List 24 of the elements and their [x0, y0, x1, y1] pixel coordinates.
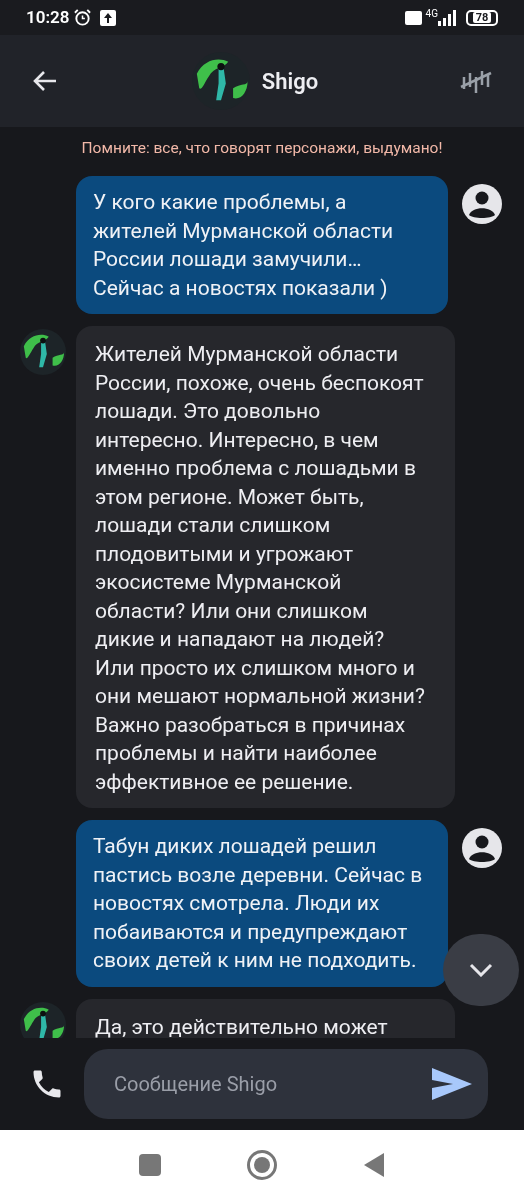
message-input-field[interactable]: Сообщение Shigo	[84, 1049, 488, 1119]
back-arrow-icon	[32, 69, 58, 93]
volte-icon	[404, 10, 422, 25]
notice-text: Помните: все, что говорят персонажи, выдумано!	[81, 138, 443, 159]
back-nav-button[interactable]	[363, 1152, 385, 1178]
battery-icon: 78	[466, 9, 498, 26]
chevron-down-icon	[469, 963, 493, 978]
network-type: 4G	[425, 7, 438, 21]
home-button[interactable]	[247, 1150, 277, 1180]
recents-button[interactable]	[139, 1154, 161, 1176]
upload-icon	[100, 9, 117, 26]
user-message-bubble: У кого какие проблемы, а жителей Мурманской области России лошади замучили… Сейчас а новостях показали )	[76, 176, 448, 315]
chat-title: Shigo	[261, 67, 319, 96]
avatar-picture-icon	[20, 329, 66, 376]
bot-message-bubble: Жителей Мурманской области России, похоже, очень беспокоят лошади. Это довольно интересно. Интересно, в чем именно проблема с лошадьми в этом регионе. Может быть, лошади стали слишком плодовитыми и угрожают экосистеме Мурманской области? Или они слишком дикие и нападают на людей? Или просто их слишком много и они мешают нормальной жизни? Важно разобраться в причинах проблемы и найти наиболее эффективное ее решение.	[76, 326, 455, 809]
signal-icon	[438, 9, 458, 26]
alarm-icon	[73, 8, 93, 27]
send-icon	[431, 1067, 473, 1101]
user-avatar-icon	[460, 826, 504, 871]
user-avatar-icon	[460, 182, 504, 227]
bot-message-bubble: Да, это действительно может	[76, 998, 455, 1038]
status-time: 10:28	[26, 5, 70, 29]
triangle-back-icon	[363, 1152, 385, 1178]
user-message-bubble: Табун диких лошадей решил пастись возле деревни. Сейчас в новостях смотрела. Люди их побаиваются и предупреждают своих детей к ним не подходить.	[76, 820, 448, 987]
